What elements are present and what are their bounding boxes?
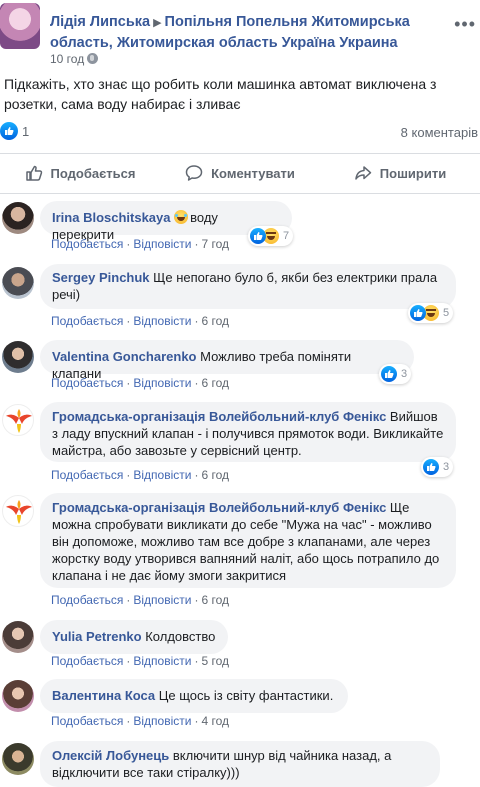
comment-like-link[interactable]: Подобається — [51, 654, 123, 668]
comment-time[interactable]: 6 год — [201, 314, 229, 328]
comment-text: Колдовство — [145, 629, 216, 644]
comment-reply-link[interactable]: Відповісти — [133, 468, 191, 482]
phoenix-logo-icon — [6, 500, 32, 524]
comment-bubble: Yulia Petrenko Колдовство — [40, 620, 228, 654]
likes-count[interactable]: 1 — [22, 124, 29, 139]
comment-reply-link[interactable]: Відповісти — [133, 654, 191, 668]
comment-actions: Подобається · Відповісти · 4 год — [51, 714, 229, 728]
comment-like-link[interactable]: Подобається — [51, 314, 123, 328]
comment-reply-link[interactable]: Відповісти — [133, 237, 191, 251]
commenter-name[interactable]: Валентина Коса — [52, 688, 155, 703]
comment-time[interactable]: 7 год — [201, 237, 229, 251]
comment-actions: Подобається · Відповісти · 5 год — [51, 654, 229, 668]
comments-count[interactable]: 8 коментарів — [401, 125, 478, 140]
comment-time[interactable]: 6 год — [201, 468, 229, 482]
comment-button[interactable]: Коментувати — [160, 155, 320, 191]
more-horizontal-icon[interactable]: ••• — [454, 14, 476, 35]
comment-time[interactable]: 4 год — [201, 714, 229, 728]
comment-time[interactable]: 5 год — [201, 654, 229, 668]
like-button[interactable]: Подобається — [0, 155, 160, 191]
comment-reactions[interactable]: 5 — [408, 303, 454, 323]
like-reaction-icon — [423, 459, 439, 475]
comment-reply-link[interactable]: Відповісти — [133, 593, 191, 607]
comment-bubble: Громадська-організація Волейбольний-клуб… — [40, 402, 456, 462]
commenter-avatar[interactable] — [2, 680, 34, 712]
comment-reactions[interactable]: 3 — [379, 364, 412, 384]
comment-time[interactable]: 6 год — [201, 376, 229, 390]
divider — [0, 193, 480, 194]
post-header: Лідія Липська ▶ Попільня Попельня Житомирс… — [0, 0, 480, 66]
comment-like-link[interactable]: Подобається — [51, 468, 123, 482]
like-reaction-icon[interactable] — [0, 122, 18, 140]
post-title: Лідія Липська ▶ Попільня Попельня Житомирс… — [50, 12, 450, 53]
post-body: Підкажіть, хто знає що робить коли машин… — [4, 76, 437, 112]
commenter-name[interactable]: Valentina Goncharenko — [52, 349, 197, 364]
like-button-label: Подобається — [50, 165, 136, 181]
comment-reactions[interactable]: 7 — [248, 226, 294, 246]
comment-bubble: Громадська-організація Волейбольний-клуб… — [40, 493, 456, 588]
reaction-count: 7 — [283, 230, 290, 242]
comment-bubble: Sergey Pinchuk Ще непогано було б, якби … — [40, 264, 456, 309]
commenter-avatar[interactable] — [2, 743, 34, 775]
reaction-count: 3 — [443, 461, 450, 473]
comment-bubble: Valentina Goncharenko Можливо треба помі… — [40, 340, 414, 381]
comment-actions: Подобається · Відповісти · 6 год — [51, 376, 229, 390]
post-stats: 1 8 коментарів — [0, 122, 480, 144]
commenter-name[interactable]: Irina Bloschitskaya — [52, 210, 171, 225]
commenter-name[interactable]: Громадська-організація Волейбольний-клуб… — [52, 500, 386, 515]
share-button-label: Поширити — [379, 165, 447, 181]
commenter-avatar[interactable] — [2, 495, 34, 527]
reaction-count: 5 — [443, 307, 450, 319]
action-bar: Подобається Коментувати Поширити — [0, 155, 480, 191]
commenter-avatar[interactable] — [2, 267, 34, 299]
commenter-avatar[interactable] — [2, 621, 34, 653]
comment-like-link[interactable]: Подобається — [51, 376, 123, 390]
comment-actions: Подобається · Відповісти · 6 год — [51, 593, 229, 607]
comment-reply-link[interactable]: Відповісти — [133, 376, 191, 390]
author-avatar[interactable] — [0, 3, 40, 49]
comment-actions: Подобається · Відповісти · 6 год — [51, 468, 229, 482]
laughing-emoji-icon — [174, 210, 189, 224]
commenter-avatar[interactable] — [2, 341, 34, 373]
commenter-name[interactable]: Олексій Лобунець — [52, 748, 169, 763]
like-reaction-icon — [410, 305, 426, 321]
comment-button-label: Коментувати — [211, 165, 295, 181]
comment-reactions[interactable]: 3 — [421, 457, 454, 477]
phoenix-logo-icon — [6, 409, 32, 433]
commenter-name[interactable]: Sergey Pinchuk — [52, 270, 150, 285]
post-meta: 10 год — [50, 52, 99, 66]
author-name[interactable]: Лідія Липська — [50, 14, 150, 30]
globe-icon — [87, 53, 99, 64]
comment-reply-link[interactable]: Відповісти — [133, 714, 191, 728]
thumbs-up-icon — [25, 165, 42, 181]
comment-bubble: Олексій Лобунець включити шнур від чайни… — [40, 741, 440, 787]
share-button[interactable]: Поширити — [320, 155, 480, 191]
comment-actions: Подобається · Відповісти · 6 год — [51, 314, 229, 328]
like-reaction-icon — [381, 366, 397, 382]
commenter-name[interactable]: Yulia Petrenko — [52, 629, 142, 644]
commenter-avatar[interactable] — [2, 404, 34, 436]
post-time[interactable]: 10 год — [50, 52, 84, 66]
reaction-count: 3 — [401, 368, 408, 380]
comment-text: Це щось із світу фантастики. — [158, 688, 334, 703]
commenter-name[interactable]: Громадська-організація Волейбольний-клуб… — [52, 409, 386, 424]
comment-icon — [185, 165, 203, 181]
divider — [0, 153, 480, 154]
comment-actions: Подобається · Відповісти · 7 год — [51, 237, 229, 251]
like-reaction-icon — [250, 228, 266, 244]
share-icon — [355, 166, 372, 180]
caret-right-icon: ▶ — [153, 17, 162, 29]
comment-reply-link[interactable]: Відповісти — [133, 314, 191, 328]
comment-like-link[interactable]: Подобається — [51, 237, 123, 251]
comment-like-link[interactable]: Подобається — [51, 593, 123, 607]
comment-time[interactable]: 6 год — [201, 593, 229, 607]
comment-bubble: Валентина Коса Це щось із світу фантасти… — [40, 679, 348, 713]
commenter-avatar[interactable] — [2, 202, 34, 234]
comment-like-link[interactable]: Подобається — [51, 714, 123, 728]
